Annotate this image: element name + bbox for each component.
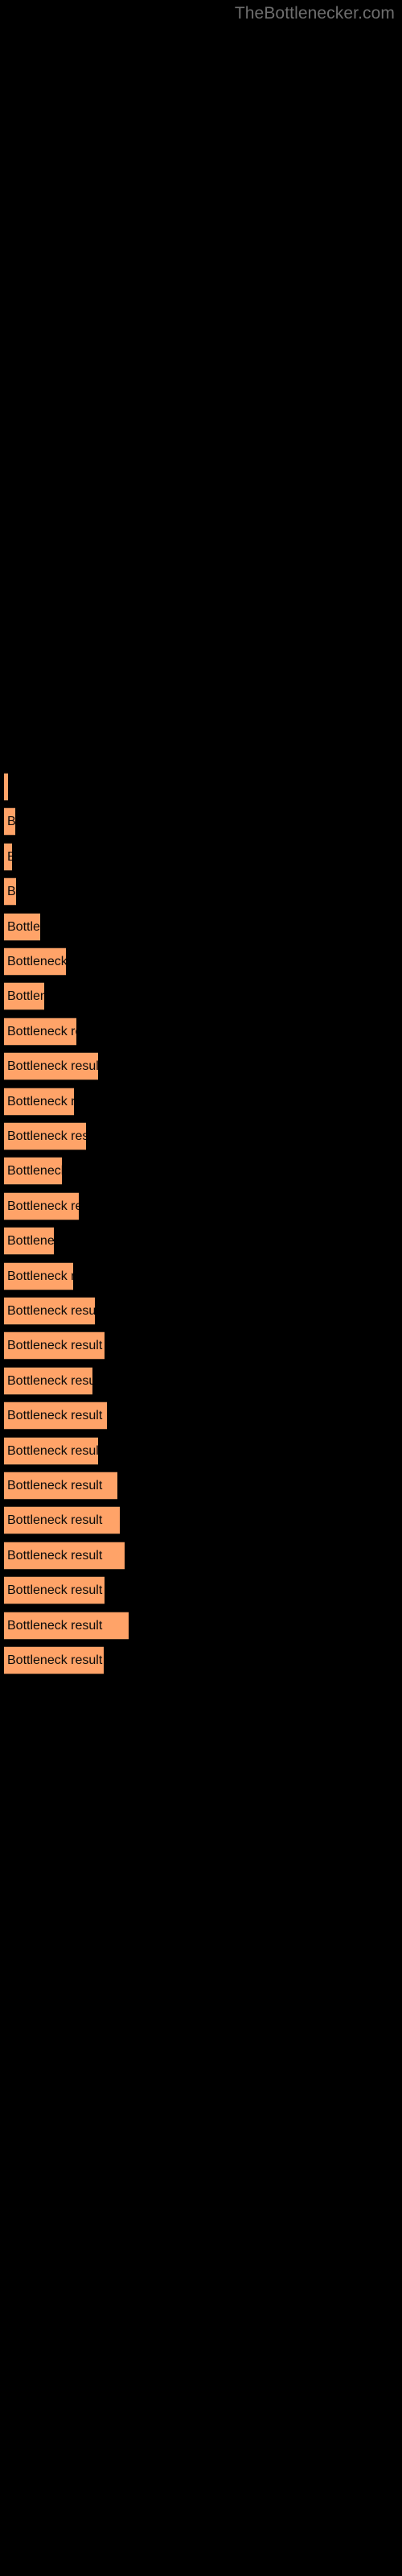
bar-row: Bottleneck result: [4, 1472, 117, 1500]
bar-row: Bottleneck result: [4, 877, 16, 906]
bar-row: Bottleneck result: [4, 1542, 125, 1570]
bar-label: Bottleneck result: [7, 850, 12, 865]
chart-bar[interactable]: Bottleneck result: [4, 1506, 120, 1534]
bar-label: Bottleneck result: [7, 814, 15, 828]
chart-bar[interactable]: Bottleneck result: [4, 982, 44, 1010]
bar-row: Bottleneck result: [4, 1192, 79, 1220]
bar-row: Bottleneck result: [4, 947, 66, 976]
bar-label: Bottleneck result: [7, 1478, 103, 1492]
chart-bar[interactable]: Bottleneck result: [4, 913, 40, 941]
chart-bar[interactable]: Bottleneck result: [4, 1576, 105, 1604]
chart-bar[interactable]: Bottleneck result: [4, 1297, 95, 1325]
bar-label: Bottleneck result: [7, 1408, 103, 1422]
bar-row: Bottleneck result: [4, 1646, 104, 1674]
bar-row: Bottleneck result: [4, 1157, 62, 1185]
bar-label: Bottleneck result: [7, 919, 40, 934]
chart-bar[interactable]: Bottleneck result: [4, 1052, 98, 1080]
chart-bar[interactable]: Bottleneck result: [4, 1157, 62, 1185]
bar-label: Bottleneck result: [7, 1129, 86, 1143]
bar-row: Bottleneck result: [4, 773, 8, 801]
chart-bar[interactable]: Bottleneck result: [4, 1542, 125, 1570]
bar-row: Bottleneck result: [4, 982, 44, 1010]
bar-row: Bottleneck result: [4, 1122, 86, 1150]
bar-label: Bottleneck result: [7, 1269, 73, 1283]
bar-row: Bottleneck result: [4, 1506, 120, 1534]
chart-bar[interactable]: Bottleneck result: [4, 773, 8, 801]
chart-bar[interactable]: Bottleneck result: [4, 1192, 79, 1220]
bar-label: Bottleneck result: [7, 884, 16, 898]
chart-bar[interactable]: Bottleneck result: [4, 1227, 54, 1255]
bar-row: Bottleneck result: [4, 843, 12, 871]
bar-row: Bottleneck result: [4, 1088, 74, 1116]
chart-bar[interactable]: Bottleneck result: [4, 1472, 117, 1500]
chart-bar[interactable]: Bottleneck result: [4, 1018, 76, 1046]
bar-row: Bottleneck result: [4, 1227, 54, 1255]
bar-label: Bottleneck result: [7, 1024, 76, 1038]
chart-bar[interactable]: Bottleneck result: [4, 1088, 74, 1116]
chart-bar[interactable]: Bottleneck result: [4, 1437, 98, 1465]
chart-bar[interactable]: Bottleneck result: [4, 1262, 73, 1290]
bar-label: Bottleneck result: [7, 780, 8, 795]
bar-label: Bottleneck result: [7, 1653, 103, 1667]
chart-bar[interactable]: Bottleneck result: [4, 843, 12, 871]
bar-label: Bottleneck result: [7, 1338, 103, 1352]
bar-label: Bottleneck result: [7, 1548, 103, 1563]
bar-row: Bottleneck result: [4, 1437, 98, 1465]
bar-label: Bottleneck result: [7, 1583, 103, 1597]
bar-label: Bottleneck result: [7, 1513, 103, 1527]
chart-bar[interactable]: Bottleneck result: [4, 877, 16, 906]
bar-row: Bottleneck result: [4, 1018, 76, 1046]
bar-row: Bottleneck result: [4, 807, 15, 836]
bar-row: Bottleneck result: [4, 1052, 98, 1080]
chart-bar[interactable]: Bottleneck result: [4, 947, 66, 976]
bar-row: Bottleneck result: [4, 1612, 129, 1640]
chart-bar[interactable]: Bottleneck result: [4, 1122, 86, 1150]
bar-label: Bottleneck result: [7, 1618, 103, 1633]
bottleneck-bar-chart: Bottleneck result Bottleneck result Bottle…: [0, 0, 402, 2576]
bar-label: Bottleneck result: [7, 954, 66, 968]
bar-label: Bottleneck result: [7, 1163, 62, 1178]
bar-label: Bottleneck result: [7, 1373, 92, 1388]
bar-label: Bottleneck result: [7, 1303, 95, 1318]
bar-label: Bottleneck result: [7, 1199, 79, 1213]
chart-bar[interactable]: Bottleneck result: [4, 1331, 105, 1360]
bar-row: Bottleneck result: [4, 1297, 95, 1325]
bar-row: Bottleneck result: [4, 1402, 107, 1430]
bar-label: Bottleneck result: [7, 1233, 54, 1248]
bar-row: Bottleneck result: [4, 1262, 73, 1290]
bar-label: Bottleneck result: [7, 1443, 98, 1458]
bar-row: Bottleneck result: [4, 1576, 105, 1604]
bar-row: Bottleneck result: [4, 1367, 92, 1395]
chart-bar[interactable]: Bottleneck result: [4, 1646, 104, 1674]
bar-row: Bottleneck result: [4, 1331, 105, 1360]
chart-bar[interactable]: Bottleneck result: [4, 807, 15, 836]
bar-label: Bottleneck result: [7, 1059, 98, 1073]
bar-label: Bottleneck result: [7, 989, 44, 1003]
chart-bar[interactable]: Bottleneck result: [4, 1402, 107, 1430]
chart-bar[interactable]: Bottleneck result: [4, 1367, 92, 1395]
page-root: TheBottlenecker.com Bottleneck resultBot…: [0, 0, 402, 2576]
bar-row: Bottleneck result: [4, 913, 40, 941]
bar-label: Bottleneck result: [7, 1094, 74, 1108]
chart-bar[interactable]: Bottleneck result: [4, 1612, 129, 1640]
